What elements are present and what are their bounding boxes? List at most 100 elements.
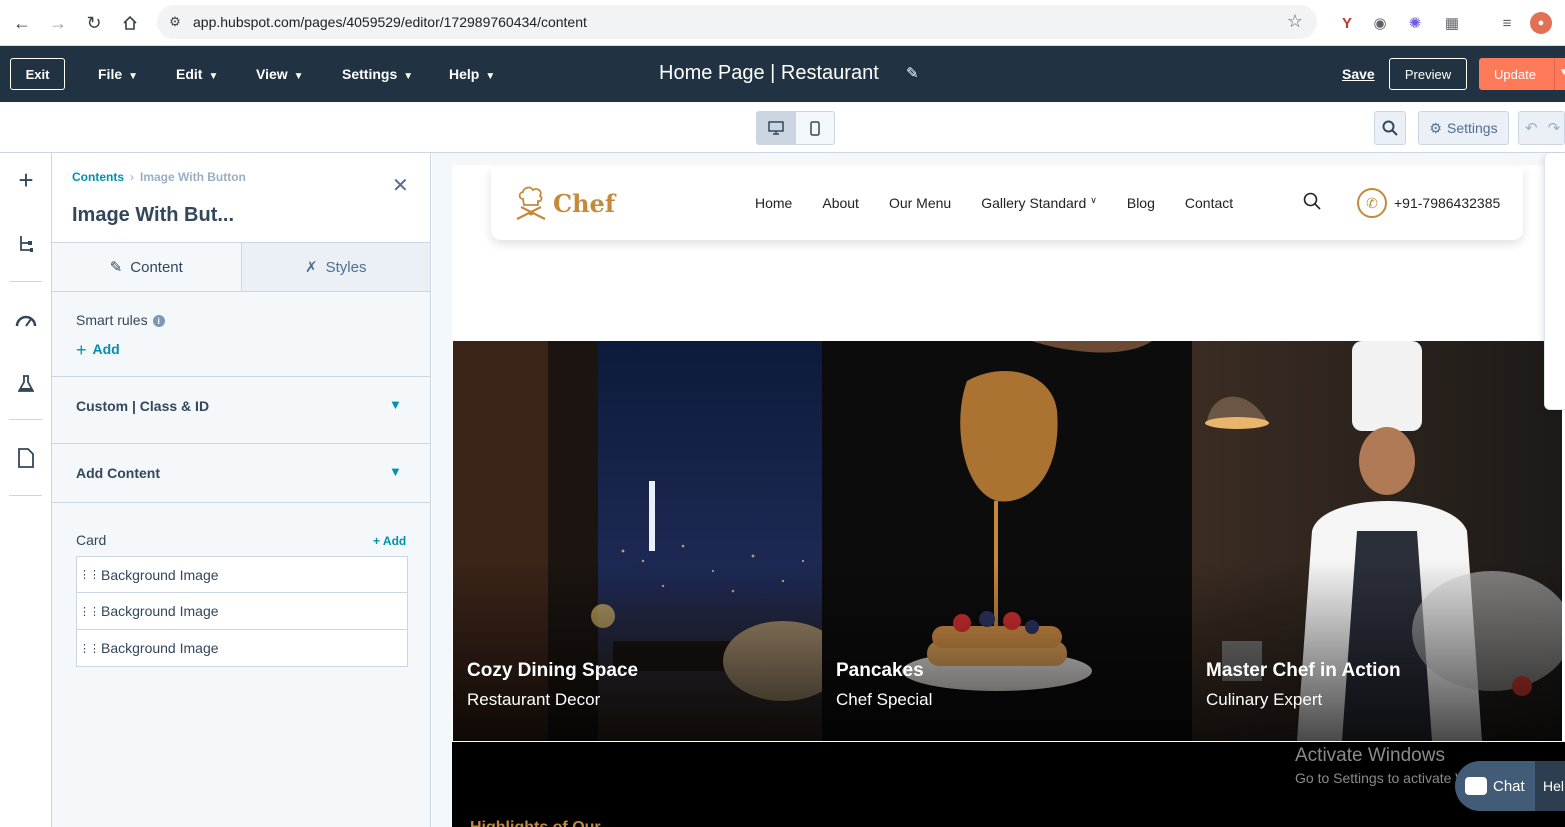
section-label: Custom | Class & ID	[76, 398, 210, 414]
menu-edit[interactable]: Edit ▼	[176, 66, 218, 82]
add-label: Add	[92, 341, 120, 357]
menu-settings-label: Settings	[342, 66, 398, 82]
plus-icon: +	[76, 340, 87, 360]
search-icon[interactable]	[1303, 192, 1321, 215]
smart-rules-label: Smart rules i	[76, 312, 165, 328]
card-master-chef[interactable]: Master Chef in Action Culinary Expert	[1192, 341, 1562, 741]
drag-handle-icon[interactable]: ⋮⋮	[77, 605, 101, 618]
preview-button[interactable]: Preview	[1389, 58, 1467, 90]
card-dining[interactable]: Cozy Dining Space Restaurant Decor	[453, 341, 822, 741]
list-item[interactable]: ⋮⋮ Background Image	[76, 630, 408, 667]
back-arrow-icon[interactable]: ←	[10, 11, 34, 35]
panel-tabs: ✎ Content ✗ Styles	[52, 242, 430, 292]
page-preview: Chef Home About Our Menu Gallery Standar…	[452, 165, 1565, 827]
pencil-icon[interactable]: ✎	[906, 64, 919, 82]
optimize-gauge-icon[interactable]	[13, 307, 39, 333]
profile-avatar[interactable]: ●	[1530, 12, 1552, 34]
tab-content[interactable]: ✎ Content	[52, 243, 242, 291]
menu-help[interactable]: Help ▼	[449, 66, 495, 82]
help-button[interactable]: Hel	[1535, 761, 1565, 811]
home-icon[interactable]	[118, 11, 142, 35]
undo-icon[interactable]: ↶	[1525, 119, 1538, 137]
chevron-down-icon: ▼	[208, 71, 219, 82]
pencil-icon: ✎	[109, 259, 123, 276]
section-divider	[52, 502, 430, 503]
save-button[interactable]: Save	[1342, 66, 1375, 82]
url-text: app.hubspot.com/pages/4059529/editor/172…	[193, 14, 587, 30]
chevron-down-icon[interactable]: ∨	[1090, 195, 1097, 211]
extension-star-icon[interactable]: ✺	[1404, 12, 1426, 34]
page-document-icon[interactable]	[13, 445, 39, 471]
search-button[interactable]	[1374, 111, 1406, 145]
site-logo[interactable]: Chef	[511, 183, 615, 223]
nav-link-gallery[interactable]: Gallery Standard	[981, 195, 1086, 211]
preview-canvas: Chef Home About Our Menu Gallery Standar…	[432, 153, 1565, 827]
drag-handle-icon[interactable]: ⋮⋮	[77, 568, 101, 581]
section-heading-peek: Highlights of Our ...	[470, 819, 618, 827]
nav-link-contact[interactable]: Contact	[1185, 195, 1233, 211]
card-subtitle: Culinary Expert	[1206, 690, 1323, 709]
chevron-down-icon: ▼	[485, 71, 496, 82]
address-bar[interactable]: ⚙ app.hubspot.com/pages/4059529/editor/1…	[157, 5, 1317, 39]
media-queue-icon[interactable]: ≡	[1496, 12, 1518, 34]
list-item[interactable]: ⋮⋮ Background Image	[76, 556, 408, 593]
extension-icon[interactable]: Y	[1336, 12, 1358, 34]
close-icon[interactable]: ✕	[392, 173, 409, 198]
breadcrumb-contents-link[interactable]: Contents	[72, 170, 124, 184]
section-label: Add Content	[76, 465, 160, 481]
redo-icon[interactable]: ↷	[1548, 119, 1561, 137]
smart-rules-text: Smart rules	[76, 312, 148, 328]
tab-styles[interactable]: ✗ Styles	[241, 243, 430, 291]
section-add-content[interactable]: Add Content ▼	[52, 443, 430, 502]
rail-divider	[9, 281, 42, 282]
rail-divider	[9, 495, 42, 496]
update-button[interactable]: Update ▼	[1479, 58, 1565, 90]
list-item[interactable]: ⋮⋮ Background Image	[76, 593, 408, 630]
camera-icon[interactable]: ◉	[1369, 12, 1391, 34]
menu-settings[interactable]: Settings ▼	[342, 66, 413, 82]
chevron-down-icon[interactable]: ▼	[1559, 67, 1565, 78]
menu-file[interactable]: File ▼	[98, 66, 138, 82]
add-card-button[interactable]: + Add	[373, 534, 406, 548]
menu-view-label: View	[256, 66, 288, 82]
chevron-down-icon: ▼	[389, 397, 402, 412]
drag-handle-icon[interactable]: ⋮⋮	[77, 642, 101, 655]
nav-link-our-menu[interactable]: Our Menu	[889, 195, 951, 211]
list-item-label: Background Image	[101, 566, 219, 583]
nav-link-home[interactable]: Home	[755, 195, 792, 211]
breadcrumb-separator-icon: ›	[130, 170, 134, 184]
section-custom-class-id[interactable]: Custom | Class & ID ▼	[52, 376, 430, 435]
bookmark-star-icon[interactable]: ☆	[1287, 11, 1303, 32]
puzzle-icon[interactable]: ▦	[1441, 12, 1463, 34]
test-flask-icon[interactable]	[13, 371, 39, 397]
phone-contact[interactable]: ✆ +91-7986432385	[1357, 188, 1500, 218]
phone-icon: ✆	[1357, 188, 1387, 218]
menu-help-label: Help	[449, 66, 480, 82]
settings-button[interactable]: ⚙ Settings	[1418, 111, 1509, 145]
mobile-icon[interactable]	[796, 112, 835, 144]
page-title[interactable]: Home Page | Restaurant	[659, 62, 879, 85]
menu-view[interactable]: View ▼	[256, 66, 304, 82]
update-button-label: Update	[1494, 66, 1536, 82]
editor-toolbar: ⚙ Settings ↶ ↷	[0, 102, 1565, 153]
add-icon[interactable]: +	[13, 165, 39, 195]
nav-link-blog[interactable]: Blog	[1127, 195, 1155, 211]
right-side-drawer[interactable]	[1544, 153, 1565, 410]
add-smart-rule-button[interactable]: + Add	[76, 340, 120, 361]
info-icon[interactable]: i	[152, 315, 165, 328]
layers-tree-icon[interactable]	[13, 231, 39, 257]
module-panel: Contents › Image With Button ✕ Image With …	[52, 153, 431, 827]
site-info-icon[interactable]: ⚙	[165, 12, 185, 32]
exit-button[interactable]: Exit	[10, 58, 65, 90]
chat-widget[interactable]: Chat Hel	[1455, 761, 1565, 811]
card-pancakes[interactable]: Pancakes Chef Special	[822, 341, 1192, 741]
site-header[interactable]: Chef Home About Our Menu Gallery Standar…	[491, 167, 1523, 240]
chevron-down-icon: ▼	[389, 464, 402, 479]
chevron-down-icon: ▼	[403, 71, 414, 82]
logo-text: Chef	[553, 188, 616, 218]
card-subtitle: Chef Special	[836, 690, 933, 709]
desktop-icon[interactable]	[757, 112, 796, 144]
nav-link-about[interactable]: About	[822, 195, 859, 211]
forward-arrow-icon[interactable]: →	[46, 11, 70, 35]
reload-icon[interactable]: ↻	[82, 11, 106, 35]
